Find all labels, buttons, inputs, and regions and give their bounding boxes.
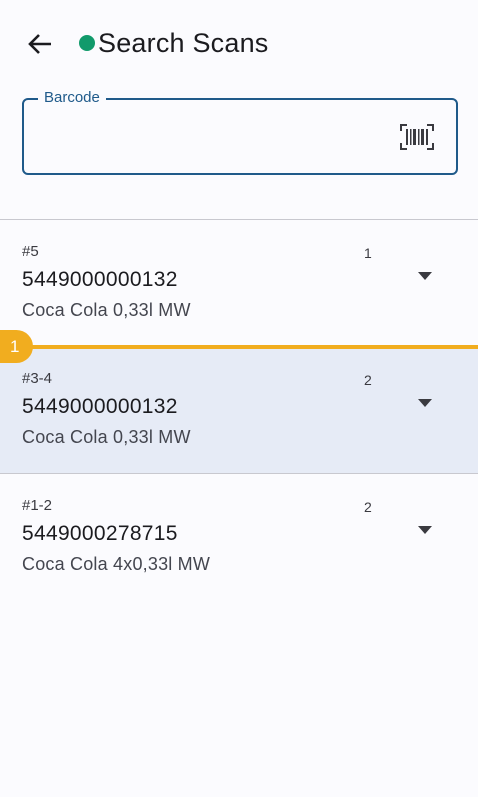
page-title: Search Scans [98, 28, 269, 58]
product-name: Coca Cola 0,33l MW [22, 300, 191, 320]
scan-barcode-button[interactable] [400, 123, 434, 151]
scan-range: #3-4 [22, 370, 53, 387]
barcode-input[interactable] [38, 118, 382, 156]
scan-count: 1 [364, 245, 372, 261]
caret-down-icon [418, 272, 432, 280]
list-item[interactable]: #5 1 5449000000132 Coca Cola 0,33l MW [0, 220, 478, 346]
scan-count: 2 [364, 499, 372, 515]
barcode-value: 5449000278715 [22, 522, 178, 545]
drop-indicator-line [0, 345, 478, 349]
scan-range: #1-2 [22, 497, 53, 514]
status-dot [79, 35, 95, 51]
scan-count: 2 [364, 372, 372, 388]
product-name: Coca Cola 4x0,33l MW [22, 554, 211, 574]
back-button[interactable] [20, 24, 60, 64]
expand-button[interactable] [414, 268, 436, 284]
expand-button[interactable] [414, 522, 436, 538]
app-bar: Search Scans [0, 0, 478, 88]
barcode-field[interactable]: Barcode [22, 89, 458, 175]
list-item[interactable]: #1-2 2 5449000278715 Coca Cola 4x0,33l M… [0, 474, 478, 600]
barcode-scan-icon [400, 124, 434, 150]
barcode-value: 5449000000132 [22, 268, 178, 291]
arrow-left-icon [28, 34, 51, 54]
caret-down-icon [418, 399, 432, 407]
barcode-field-label: Barcode [38, 89, 106, 107]
scan-range: #5 [22, 243, 39, 260]
barcode-value: 5449000000132 [22, 395, 178, 418]
product-name: Coca Cola 0,33l MW [22, 427, 191, 447]
expand-button[interactable] [414, 395, 436, 411]
drop-indicator-badge: 1 [0, 330, 33, 363]
caret-down-icon [418, 526, 432, 534]
list-item[interactable]: #3-4 2 5449000000132 Coca Cola 0,33l MW [0, 347, 478, 473]
